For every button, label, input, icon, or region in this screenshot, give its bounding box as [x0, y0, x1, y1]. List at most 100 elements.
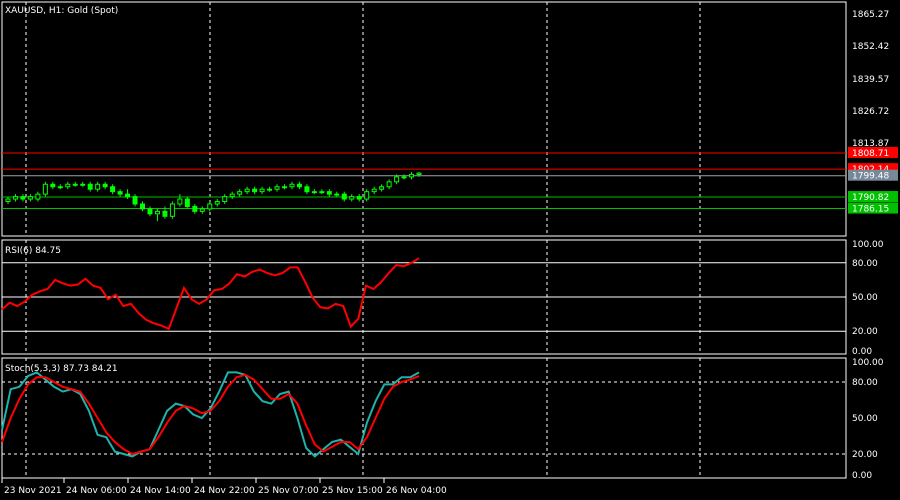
rsi-level-lines — [2, 262, 846, 332]
candle — [125, 189, 131, 200]
candle-body — [5, 198, 11, 203]
candle-body — [356, 196, 362, 200]
candle-body — [72, 183, 78, 186]
candle — [349, 194, 355, 202]
candle-body — [401, 176, 407, 179]
candle — [57, 184, 63, 190]
candle — [154, 208, 160, 222]
candle — [199, 206, 205, 214]
stoch-pane-title: Stoch(5,3,3) 87.73 84.21 — [5, 364, 118, 374]
candle — [244, 186, 250, 195]
candle — [80, 181, 86, 187]
candle — [27, 194, 33, 202]
price-level-tag-label: 1786.15 — [852, 205, 889, 215]
time-tick-label: 25 Nov 07:00 — [258, 486, 319, 496]
price-pane[interactable]: XAUUSD, H1: Gold (Spot) 1865.27 1852.42 18… — [2, 6, 898, 222]
candle — [72, 181, 78, 187]
candle-body — [42, 183, 48, 195]
candle-body — [110, 186, 116, 193]
candle — [259, 186, 265, 195]
candle — [50, 181, 56, 190]
stoch-tick-label: 20.00 — [852, 450, 878, 460]
candle — [401, 174, 407, 180]
candle — [341, 191, 347, 202]
price-level-tags: 1808.711802.141799.481790.821786.15 — [848, 146, 898, 215]
price-tick-label: 1839.57 — [852, 75, 889, 85]
time-tick-label: 23 Nov 2021 — [4, 486, 62, 496]
candle-body — [125, 193, 131, 198]
price-tick-label: 1826.72 — [852, 107, 889, 117]
candle-body — [237, 191, 243, 195]
stoch-tick-label: 100.00 — [852, 358, 884, 368]
time-tick-label: 24 Nov 14:00 — [130, 486, 191, 496]
candle-body — [117, 191, 123, 195]
candle-body — [311, 191, 317, 194]
candle — [177, 194, 183, 207]
price-level-lines — [2, 152, 846, 210]
candle — [319, 189, 325, 195]
candle — [117, 189, 123, 197]
candle — [5, 196, 11, 204]
candle — [311, 189, 317, 195]
candle — [281, 184, 287, 190]
candle-body — [319, 191, 325, 194]
candle — [267, 186, 273, 192]
candle-body — [229, 193, 235, 198]
candle — [326, 189, 332, 197]
rsi-pane[interactable]: RSI(6) 84.75 100.00 80.00 50.00 20.00 0.00 — [1, 240, 884, 357]
rsi-tick-label: 20.00 — [852, 327, 878, 337]
candle — [42, 181, 48, 197]
rsi-tick-label: 0.00 — [852, 347, 872, 357]
candle-body — [102, 183, 108, 188]
candle — [237, 189, 243, 197]
candle — [296, 181, 302, 190]
candle-body — [386, 181, 392, 188]
candle-body — [416, 172, 422, 175]
trading-chart[interactable]: XAUUSD, H1: Gold (Spot) 1865.27 1852.42 18… — [0, 0, 900, 500]
candle-body — [199, 208, 205, 212]
candle — [12, 194, 18, 202]
candle-body — [267, 188, 273, 191]
candle — [252, 186, 258, 195]
candle — [207, 201, 213, 212]
candle-body — [409, 173, 415, 178]
price-level-tag-label: 1790.82 — [852, 193, 889, 203]
candle-body — [192, 205, 198, 212]
candle-body — [259, 188, 265, 193]
candle — [356, 194, 362, 202]
time-axis: 23 Nov 2021 24 Nov 06:00 24 Nov 14:00 24 No… — [1, 478, 447, 496]
rsi-axis-ticks: 100.00 80.00 50.00 20.00 0.00 — [852, 240, 884, 357]
candle-body — [274, 186, 280, 190]
candle-body — [244, 188, 250, 193]
candle — [102, 181, 108, 190]
stoch-axis-ticks: 100.00 80.00 50.00 20.00 0.00 — [852, 358, 884, 481]
candle-body — [95, 183, 101, 190]
candle-body — [132, 196, 138, 205]
candle-body — [214, 201, 220, 205]
candle-body — [177, 198, 183, 205]
candle-body — [207, 203, 213, 210]
candle-body — [169, 203, 175, 217]
stoch-level-lines — [2, 381, 846, 455]
price-level-tag-label: 1799.48 — [852, 172, 889, 182]
candle-body — [222, 196, 228, 203]
rsi-tick-label: 80.00 — [852, 259, 878, 269]
candle-body — [326, 191, 332, 195]
candle-body — [252, 188, 258, 193]
price-pane-title: XAUUSD, H1: Gold (Spot) — [5, 6, 118, 16]
rsi-tick-label: 50.00 — [852, 293, 878, 303]
stoch-pane[interactable]: Stoch(5,3,3) 87.73 84.21 100.00 80.00 50.0… — [1, 358, 884, 481]
candle-body — [281, 186, 287, 189]
candle-body — [87, 183, 93, 190]
candle-body — [35, 193, 41, 200]
stoch-tick-label: 50.00 — [852, 414, 878, 424]
candle-body — [57, 186, 63, 189]
candle — [274, 184, 280, 192]
candle — [192, 203, 198, 214]
candle-body — [289, 183, 295, 188]
candle — [87, 181, 93, 192]
time-tick-label: 24 Nov 06:00 — [66, 486, 127, 496]
candle — [110, 184, 116, 195]
candle-body — [304, 186, 310, 193]
candle — [95, 181, 101, 192]
